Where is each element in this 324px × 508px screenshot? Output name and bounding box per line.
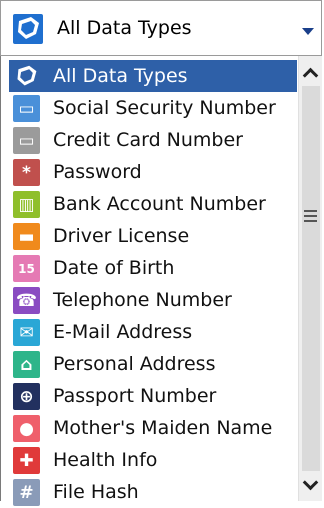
list-item-label: Passport Number <box>53 385 217 407</box>
list-item-label: Telephone Number <box>53 289 232 311</box>
envelope-icon-glyph: ✉ <box>19 322 34 343</box>
list-item[interactable]: ⌂ Personal Address <box>9 348 297 380</box>
house-icon: ⌂ <box>13 351 40 378</box>
list-item-label: All Data Types <box>53 65 188 87</box>
all-data-types-icon <box>13 63 40 90</box>
asterisk-icon-glyph: * <box>22 162 31 183</box>
list-item-label: E-Mail Address <box>53 321 193 343</box>
grip-lines-icon <box>304 210 317 224</box>
list-item[interactable]: ● Mother's Maiden Name <box>9 412 297 444</box>
envelope-icon: ✉ <box>13 319 40 346</box>
chevron-down-icon[interactable] <box>302 477 318 495</box>
person-icon: ● <box>13 415 40 442</box>
phone-icon-glyph: ☎ <box>15 290 38 311</box>
medical-cross-icon-glyph: ✚ <box>19 450 34 471</box>
dropdown-arrow-icon[interactable] <box>302 28 314 35</box>
data-type-dropdown[interactable]: All Data Types <box>0 0 322 56</box>
list-item-label: Driver License <box>53 225 190 247</box>
list-item-label: Health Info <box>53 449 158 471</box>
list-item[interactable]: All Data Types <box>9 60 297 92</box>
id-card-icon-glyph: ▭ <box>18 98 35 119</box>
list-item-label: File Hash <box>53 481 139 503</box>
list-item[interactable]: ⊕ Passport Number <box>9 380 297 412</box>
bank-icon: ▥ <box>13 191 40 218</box>
bank-icon-glyph: ▥ <box>18 194 35 215</box>
credit-card-icon-glyph: ▭ <box>18 130 35 151</box>
list-item[interactable]: * Password <box>9 156 297 188</box>
chevron-up-icon[interactable] <box>302 64 318 82</box>
person-icon-glyph: ● <box>19 418 34 439</box>
list-item[interactable]: ✚ Health Info <box>9 444 297 476</box>
globe-icon: ⊕ <box>13 383 40 410</box>
list-item[interactable]: ☎ Telephone Number <box>9 284 297 316</box>
list-item[interactable]: ✉ E-Mail Address <box>9 316 297 348</box>
list-item-label: Social Security Number <box>53 97 276 119</box>
list-item-label: Bank Account Number <box>53 193 266 215</box>
credit-card-icon: ▭ <box>13 127 40 154</box>
list-item[interactable]: ▥ Bank Account Number <box>9 188 297 220</box>
medical-cross-icon: ✚ <box>13 447 40 474</box>
list-item-label: Password <box>53 161 142 183</box>
id-card-icon: ▭ <box>13 95 40 122</box>
list-item[interactable]: # File Hash <box>9 476 297 508</box>
car-icon: ▬ <box>13 223 40 250</box>
hash-icon: # <box>13 479 40 506</box>
data-type-list[interactable]: All Data Types ▭ Social Security Number ▭ Cr… <box>0 56 322 506</box>
list-item[interactable]: ▭ Credit Card Number <box>9 124 297 156</box>
list-item-label: Credit Card Number <box>53 129 243 151</box>
list-item-label: Date of Birth <box>53 257 175 279</box>
globe-icon-glyph: ⊕ <box>19 386 34 407</box>
list-item[interactable]: 15 Date of Birth <box>9 252 297 284</box>
scrollbar-thumb[interactable] <box>302 86 320 471</box>
house-icon-glyph: ⌂ <box>20 354 33 375</box>
dropdown-selected-value: All Data Types <box>57 17 192 39</box>
calendar-icon-glyph: 15 <box>18 261 35 276</box>
phone-icon: ☎ <box>13 287 40 314</box>
calendar-icon: 15 <box>13 255 40 282</box>
shield-tag-icon <box>13 14 43 44</box>
list-item-label: Mother's Maiden Name <box>53 417 273 439</box>
hash-icon-glyph: # <box>19 482 34 503</box>
list-item[interactable]: ▬ Driver License <box>9 220 297 252</box>
asterisk-icon: * <box>13 159 40 186</box>
list-item[interactable]: ▭ Social Security Number <box>9 92 297 124</box>
car-icon-glyph: ▬ <box>18 226 35 247</box>
list-item-label: Personal Address <box>53 353 216 375</box>
